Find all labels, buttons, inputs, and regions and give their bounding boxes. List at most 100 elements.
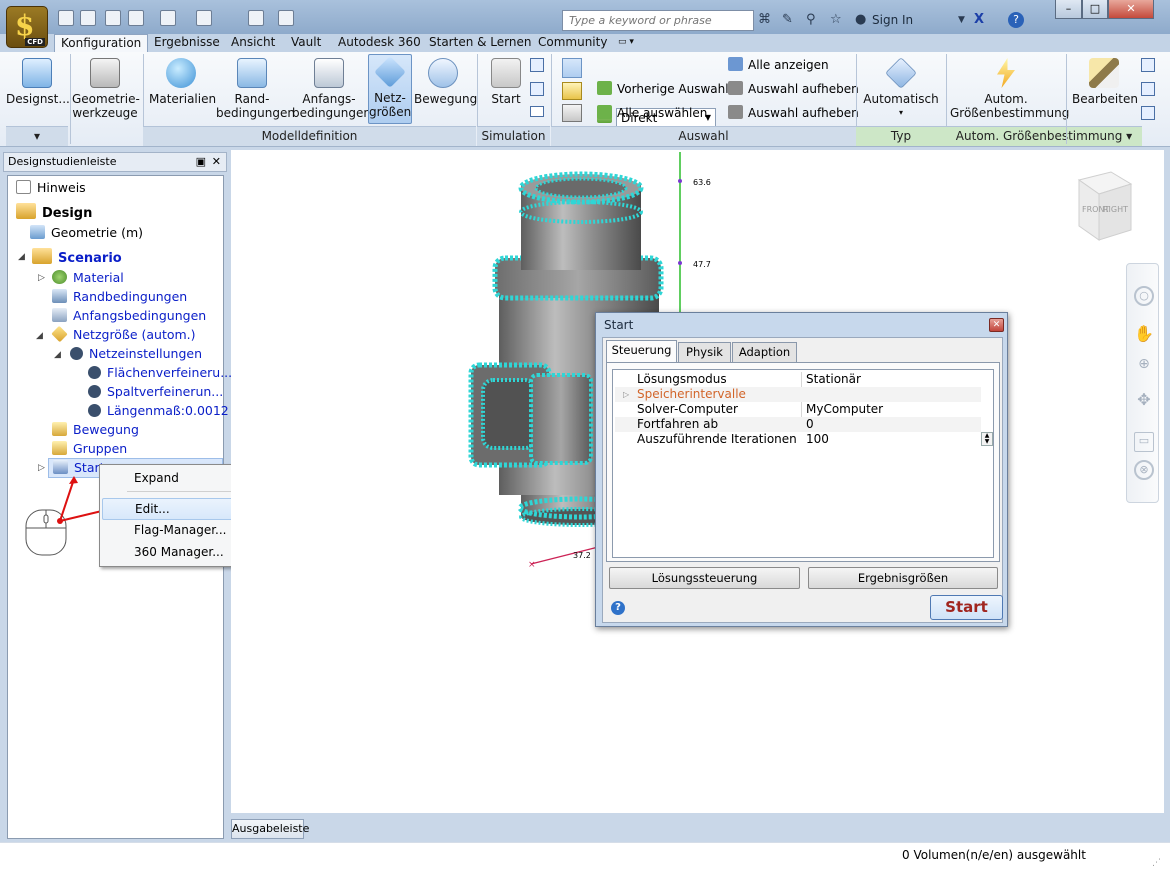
resize-grip-icon[interactable]: ⋰ [1152, 858, 1161, 868]
new-icon[interactable] [58, 10, 74, 26]
sign-in-link[interactable]: Sign In [872, 13, 913, 27]
collapse-arrow-icon[interactable]: ◢ [18, 252, 25, 262]
tree-item-bewegung[interactable]: Bewegung [52, 422, 139, 438]
table-icon[interactable] [278, 10, 294, 26]
steering-wheel-icon[interactable]: ○ [1134, 286, 1154, 306]
tab-community[interactable]: Community [532, 34, 613, 52]
open-icon[interactable] [80, 10, 96, 26]
look-at-icon[interactable]: ▭ [1134, 432, 1154, 452]
geometriewerkzeuge-button[interactable]: Geometrie- werkzeuge [72, 56, 140, 120]
tab-vault[interactable]: Vault [285, 34, 327, 52]
autom-groessenbestimmung-button[interactable]: Autom. Größenbestimmung [950, 56, 1069, 120]
edit-tool-icon-3[interactable] [1141, 106, 1155, 120]
tree-item-randbedingungen[interactable]: Randbedingungen [52, 289, 187, 305]
row-speicherintervalle[interactable]: ▷ Speicherintervalle [615, 387, 981, 402]
clipboard-icon[interactable] [248, 10, 264, 26]
menu-item-expand[interactable]: Expand [102, 468, 239, 490]
alle-auswaehlen-button[interactable]: Alle auswählen [597, 105, 707, 121]
tab-ansicht[interactable]: Ansicht [225, 34, 281, 52]
viewcube[interactable]: FRONT RIGHT [1077, 171, 1133, 241]
alle-anzeigen-button[interactable]: Alle anzeigen [728, 57, 829, 73]
pan-icon[interactable]: ✋ [1134, 326, 1154, 346]
expand-arrow-icon[interactable]: ▷ [38, 273, 45, 283]
row-value[interactable]: Stationär [806, 372, 861, 387]
menu-item-edit[interactable]: Edit... [102, 498, 239, 520]
tree-item-netzgroesse[interactable]: Netzgröße (autom.) [51, 325, 196, 343]
loesungssteuerung-button[interactable]: Lösungssteuerung [609, 567, 800, 589]
exchange-icon[interactable]: X [974, 12, 984, 27]
designstudien-dropdown[interactable]: ▾ [6, 126, 68, 146]
float-panel-icon[interactable]: ▣ [196, 153, 206, 171]
help-icon[interactable]: ? [1008, 12, 1024, 28]
tab-overflow-icon[interactable]: ▭ ▾ [612, 34, 640, 52]
close-button[interactable]: ✕ [1108, 0, 1154, 19]
select-arrow-icon[interactable] [562, 58, 582, 78]
view-icon[interactable] [196, 10, 212, 26]
tree-item-flaechenverfeinerung[interactable]: Flächenverfeineru... [88, 365, 232, 381]
row-solver-computer[interactable]: Solver-Computer MyComputer [615, 402, 981, 417]
tree-item-spaltverfeinerung[interactable]: Spaltverfeinerun... [88, 384, 223, 400]
tree-item-material[interactable]: Material [52, 270, 124, 286]
bewegung-button[interactable]: Bewegung [414, 56, 477, 106]
zoom-icon[interactable]: ⊕ [1134, 356, 1154, 376]
edit-tool-icon-2[interactable] [1141, 82, 1155, 96]
search-box[interactable] [562, 10, 754, 31]
tab-ergebnisse[interactable]: Ergebnisse [148, 34, 226, 52]
designstudien-button[interactable]: Designst... [6, 56, 70, 122]
save-icon[interactable] [105, 10, 121, 26]
automatisch-button[interactable]: Automatisch ▾ [862, 56, 940, 120]
tree-item-laengenmass[interactable]: Längenmaß:0.0012 [88, 403, 229, 419]
tree-item-gruppen[interactable]: Gruppen [52, 441, 127, 457]
edit-tool-icon-1[interactable] [1141, 58, 1155, 72]
search-input[interactable] [563, 11, 753, 30]
star-icon[interactable]: ☆ [830, 12, 842, 27]
save-as-icon[interactable] [128, 10, 144, 26]
expand-arrow-icon[interactable]: ▷ [623, 387, 629, 402]
row-value[interactable]: 0 [806, 417, 814, 432]
binoculars-icon[interactable]: ⌘ [758, 12, 771, 27]
auswahl-aufheben-button-2[interactable]: Auswahl aufheben [728, 105, 859, 121]
application-menu-button[interactable]: $ CFD [6, 6, 48, 48]
row-value[interactable]: MyComputer [806, 402, 883, 417]
collapse-arrow-icon[interactable]: ◢ [54, 350, 61, 360]
ausgabeleiste-button[interactable]: Ausgabeleiste [231, 819, 309, 839]
wrench-icon[interactable]: ✎ [782, 12, 793, 27]
row-fortfahren-ab[interactable]: Fortfahren ab 0 [615, 417, 981, 432]
group-autom-groessenbestimmung[interactable]: Autom. Größenbestimmung ▾ [946, 126, 1142, 146]
maximize-button[interactable]: □ [1082, 0, 1108, 19]
select-icon[interactable] [160, 10, 176, 26]
bearbeiten-button[interactable]: Bearbeiten [1072, 56, 1138, 106]
tab-autodesk-360[interactable]: Autodesk 360 [332, 34, 427, 52]
materialien-button[interactable]: Materialien [149, 56, 216, 126]
close-panel-icon[interactable]: ✕ [212, 153, 221, 171]
vorherige-auswahl-button[interactable]: Vorherige Auswahl [597, 81, 729, 97]
collapse-arrow-icon[interactable]: ◢ [36, 331, 43, 341]
start-ribbon-button[interactable]: Start [484, 56, 528, 106]
auswahl-aufheben-button-1[interactable]: Auswahl aufheben [728, 81, 859, 97]
minimize-button[interactable]: – [1055, 0, 1082, 19]
select-surface-icon[interactable] [562, 104, 582, 122]
tab-starten-lernen[interactable]: Starten & Lernen [423, 34, 537, 52]
start-simulation-button[interactable]: Start [930, 595, 1003, 620]
netzgroessen-button[interactable]: Netz- größen [368, 54, 412, 124]
sign-in-dropdown-icon[interactable]: ▼ [958, 15, 965, 25]
tab-adaption[interactable]: Adaption [732, 342, 797, 362]
menu-item-360-manager[interactable]: 360 Manager... [102, 542, 239, 564]
satellite-icon[interactable]: ⚲ [806, 12, 816, 27]
spinner-icon[interactable]: ▲ ▼ [981, 432, 993, 446]
mail-icon[interactable] [530, 106, 544, 117]
tab-steuerung[interactable]: Steuerung [606, 340, 677, 362]
tree-item-scenario[interactable]: Scenario [32, 248, 122, 267]
menu-item-flag-manager[interactable]: Flag-Manager... [102, 520, 239, 542]
select-volume-icon[interactable] [562, 82, 582, 100]
tree-item-geometrie[interactable]: Geometrie (m) [30, 225, 143, 241]
tab-physik[interactable]: Physik [678, 342, 731, 362]
tree-item-hinweis[interactable]: Hinweis [16, 180, 86, 196]
row-loesungsmodus[interactable]: Lösungsmodus Stationär [615, 372, 981, 387]
dialog-close-button[interactable]: ✕ [989, 318, 1004, 332]
list-icon[interactable] [530, 58, 544, 72]
dialog-help-icon[interactable]: ? [611, 601, 625, 615]
anfangsbedingungen-button[interactable]: Anfangs- bedingungen [292, 56, 371, 120]
row-iterationen[interactable]: Auszuführende Iterationen 100 ▲ ▼ [615, 432, 993, 447]
tree-item-design[interactable]: Design [16, 203, 92, 222]
